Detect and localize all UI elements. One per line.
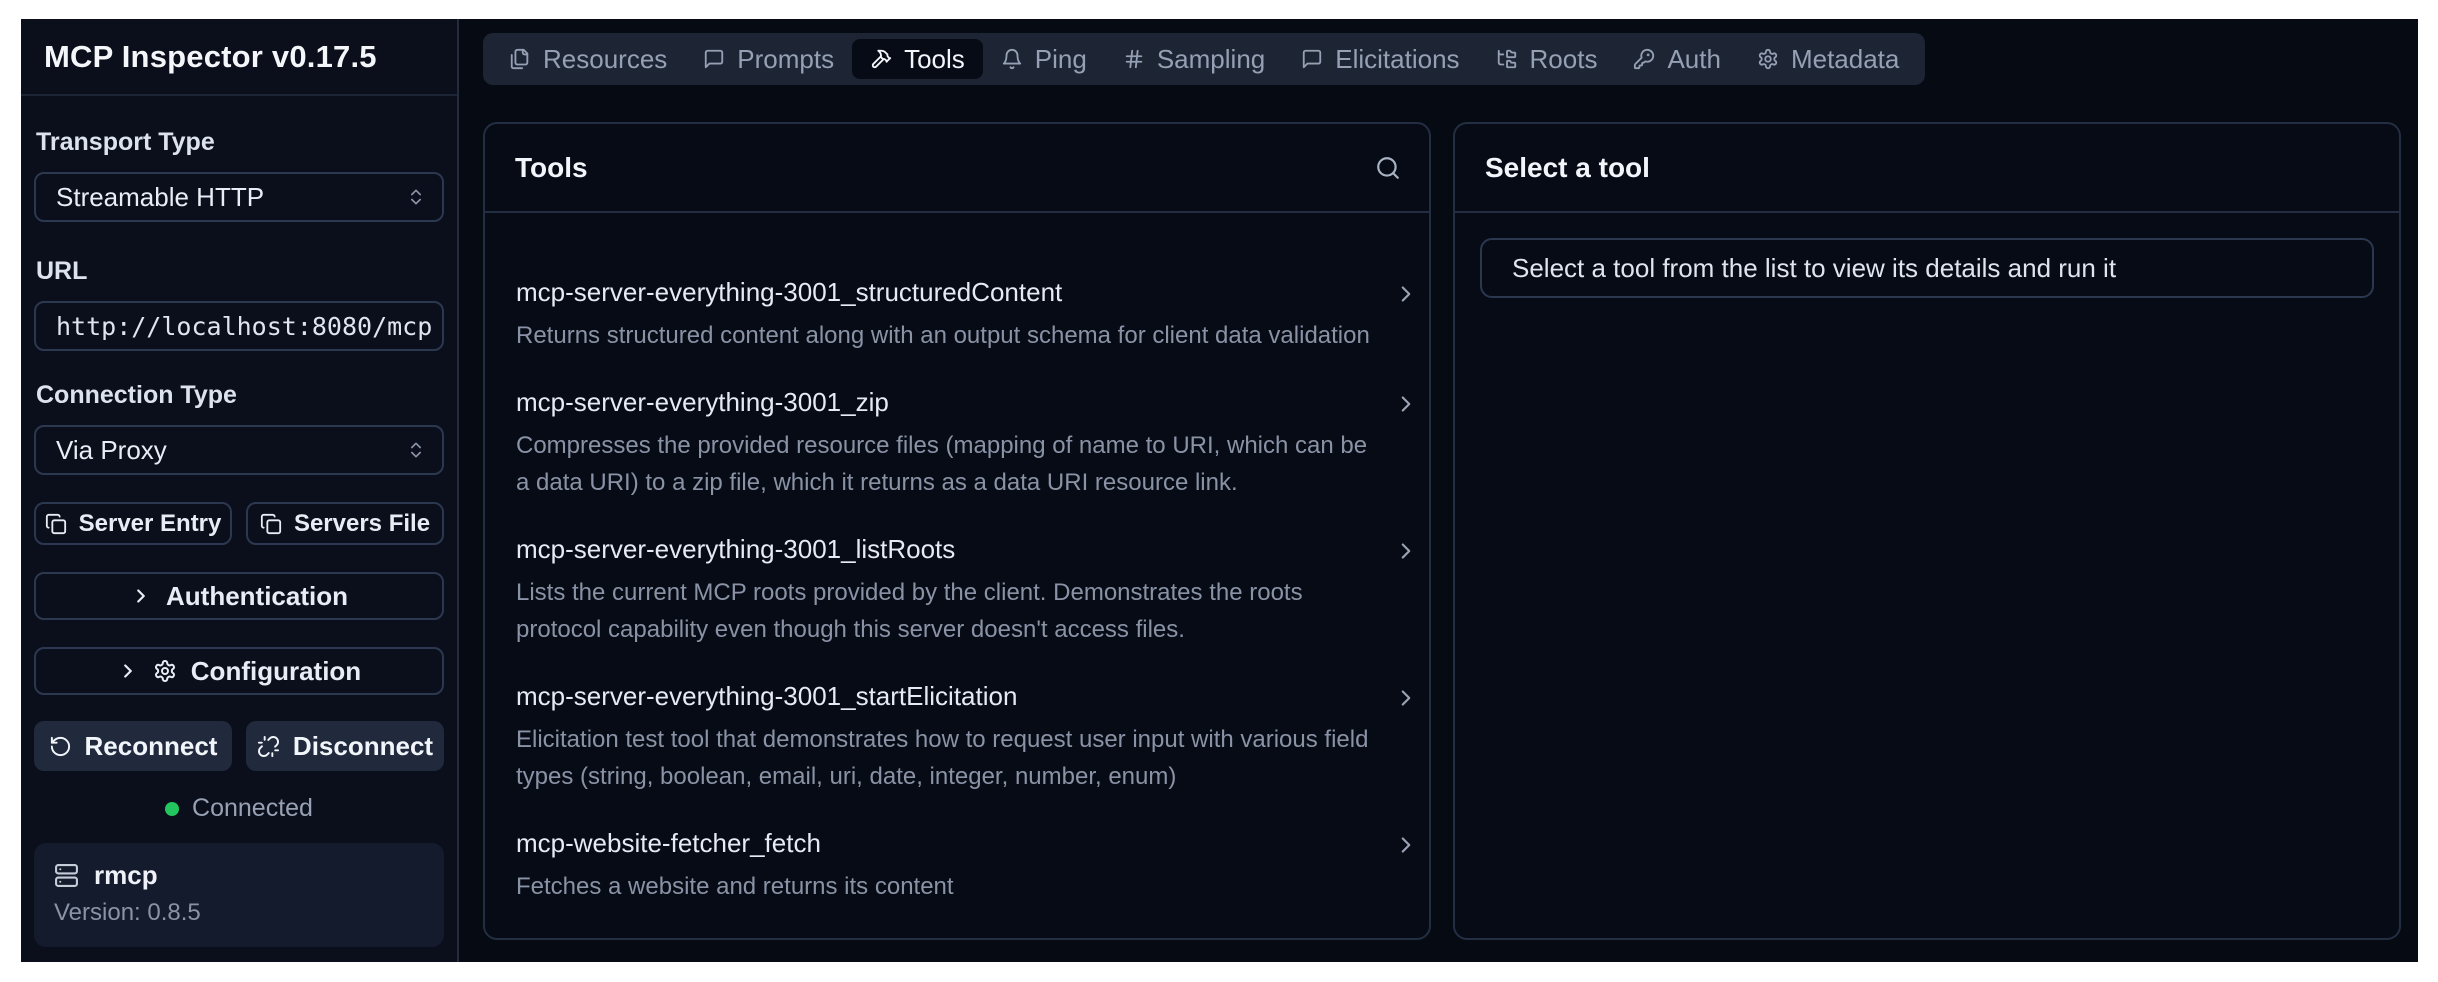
- app-title: MCP Inspector v0.17.5: [44, 39, 377, 75]
- folder-tree-icon: [1496, 48, 1518, 70]
- tool-list: mcp-server-everything-3001_structuredCon…: [485, 277, 1429, 938]
- tool-item-zip[interactable]: mcp-server-everything-3001_zip Compresse…: [516, 387, 1419, 501]
- server-icon: [54, 863, 79, 888]
- transport-type-select[interactable]: Streamable HTTP: [34, 172, 444, 222]
- url-input[interactable]: http://localhost:8080/mcp: [34, 301, 444, 351]
- tab-label: Ping: [1035, 44, 1087, 75]
- message-square-icon: [1301, 48, 1323, 70]
- authentication-toggle[interactable]: Authentication: [34, 572, 444, 620]
- tools-panel-title: Tools: [515, 152, 588, 184]
- tool-item-startElicitation[interactable]: mcp-server-everything-3001_startElicitat…: [516, 681, 1419, 795]
- sidebar-header: MCP Inspector v0.17.5: [21, 19, 457, 96]
- sidebar: MCP Inspector v0.17.5 Transport Type Str…: [21, 19, 459, 962]
- tool-description: Elicitation test tool that demonstrates …: [516, 721, 1376, 795]
- tools-panel: Tools List Tools Clear mcp-server-everyt…: [483, 122, 1431, 940]
- tab-label: Tools: [904, 44, 965, 75]
- tab-label: Auth: [1667, 44, 1721, 75]
- connection-status-text: Connected: [192, 794, 313, 823]
- reconnect-button[interactable]: Reconnect: [34, 721, 232, 771]
- connected-dot: [165, 802, 179, 816]
- tab-roots[interactable]: Roots: [1478, 39, 1616, 79]
- chevrons-up-down-icon: [406, 187, 426, 207]
- chevron-right-icon: [1393, 281, 1419, 354]
- tool-description: Compresses the provided resource files (…: [516, 427, 1376, 501]
- tool-item-fetch[interactable]: mcp-website-fetcher_fetch Fetches a webs…: [516, 828, 1419, 905]
- chevrons-up-down-icon: [406, 440, 426, 460]
- tool-description: Lists the current MCP roots provided by …: [516, 574, 1376, 648]
- search-icon[interactable]: [1375, 155, 1401, 181]
- message-square-icon: [703, 48, 725, 70]
- bell-icon: [1001, 48, 1023, 70]
- tab-label: Roots: [1530, 44, 1598, 75]
- copy-icon: [45, 513, 67, 535]
- chevron-right-icon: [117, 660, 139, 682]
- url-value: http://localhost:8080/mcp: [56, 312, 432, 341]
- main-area: Resources Prompts Tools Ping: [459, 19, 2418, 962]
- server-entry-button[interactable]: Server Entry: [34, 502, 232, 545]
- tool-description: Fetches a website and returns its conten…: [516, 868, 954, 905]
- tab-label: Sampling: [1157, 44, 1265, 75]
- copy-icon: [260, 513, 282, 535]
- tab-label: Elicitations: [1335, 44, 1459, 75]
- rotate-ccw-icon: [49, 735, 72, 758]
- configuration-label: Configuration: [191, 656, 361, 687]
- server-version: Version: 0.8.5: [54, 899, 424, 927]
- chevron-right-icon: [1393, 538, 1419, 648]
- connection-type-label: Connection Type: [36, 381, 444, 410]
- url-label: URL: [36, 257, 444, 286]
- chevron-right-icon: [1393, 391, 1419, 501]
- tool-name: mcp-server-everything-3001_listRoots: [516, 534, 1376, 565]
- servers-file-label: Servers File: [294, 510, 430, 538]
- transport-type-value: Streamable HTTP: [56, 182, 264, 213]
- connection-type-value: Via Proxy: [56, 435, 167, 466]
- authentication-label: Authentication: [166, 581, 348, 612]
- tab-metadata[interactable]: Metadata: [1739, 39, 1917, 79]
- servers-file-button[interactable]: Servers File: [246, 502, 444, 545]
- tab-prompts[interactable]: Prompts: [685, 39, 852, 79]
- mcp-inspector-app: MCP Inspector v0.17.5 Transport Type Str…: [21, 19, 2418, 962]
- tool-item-listRoots[interactable]: mcp-server-everything-3001_listRoots Lis…: [516, 534, 1419, 648]
- tool-name: mcp-server-everything-3001_zip: [516, 387, 1376, 418]
- chevron-right-icon: [1393, 685, 1419, 795]
- tool-name: mcp-server-everything-3001_structuredCon…: [516, 277, 1370, 308]
- server-entry-label: Server Entry: [79, 510, 222, 538]
- disconnect-button[interactable]: Disconnect: [246, 721, 444, 771]
- reconnect-label: Reconnect: [85, 731, 218, 762]
- tool-item-structuredContent[interactable]: mcp-server-everything-3001_structuredCon…: [516, 277, 1419, 354]
- unlink-icon: [257, 735, 280, 758]
- connection-status: Connected: [34, 794, 444, 823]
- tool-name: mcp-server-everything-3001_startElicitat…: [516, 681, 1376, 712]
- key-icon: [1633, 48, 1655, 70]
- transport-type-label: Transport Type: [36, 128, 444, 157]
- chevron-right-icon: [1393, 832, 1419, 905]
- configuration-toggle[interactable]: Configuration: [34, 647, 444, 695]
- gear-icon: [1757, 48, 1779, 70]
- tab-label: Prompts: [737, 44, 834, 75]
- select-tool-placeholder: Select a tool from the list to view its …: [1480, 238, 2374, 298]
- tab-ping[interactable]: Ping: [983, 39, 1105, 79]
- detail-panel-title: Select a tool: [1485, 152, 1650, 184]
- hash-icon: [1123, 48, 1145, 70]
- tab-label: Resources: [543, 44, 667, 75]
- server-name: rmcp: [94, 860, 158, 891]
- tab-resources[interactable]: Resources: [491, 39, 685, 79]
- tool-name: mcp-website-fetcher_fetch: [516, 828, 954, 859]
- tab-elicitations[interactable]: Elicitations: [1283, 39, 1477, 79]
- gear-icon: [153, 659, 177, 683]
- tab-label: Metadata: [1791, 44, 1899, 75]
- chevron-right-icon: [130, 585, 152, 607]
- tool-description: Returns structured content along with an…: [516, 317, 1370, 354]
- hammer-icon: [870, 48, 892, 70]
- tab-bar: Resources Prompts Tools Ping: [483, 33, 1925, 85]
- connection-type-select[interactable]: Via Proxy: [34, 425, 444, 475]
- tab-tools[interactable]: Tools: [852, 39, 983, 79]
- tool-detail-panel: Select a tool Select a tool from the lis…: [1453, 122, 2401, 940]
- server-info-card: rmcp Version: 0.8.5: [34, 843, 444, 947]
- disconnect-label: Disconnect: [293, 731, 433, 762]
- files-icon: [509, 48, 531, 70]
- tab-auth[interactable]: Auth: [1615, 39, 1739, 79]
- tab-sampling[interactable]: Sampling: [1105, 39, 1283, 79]
